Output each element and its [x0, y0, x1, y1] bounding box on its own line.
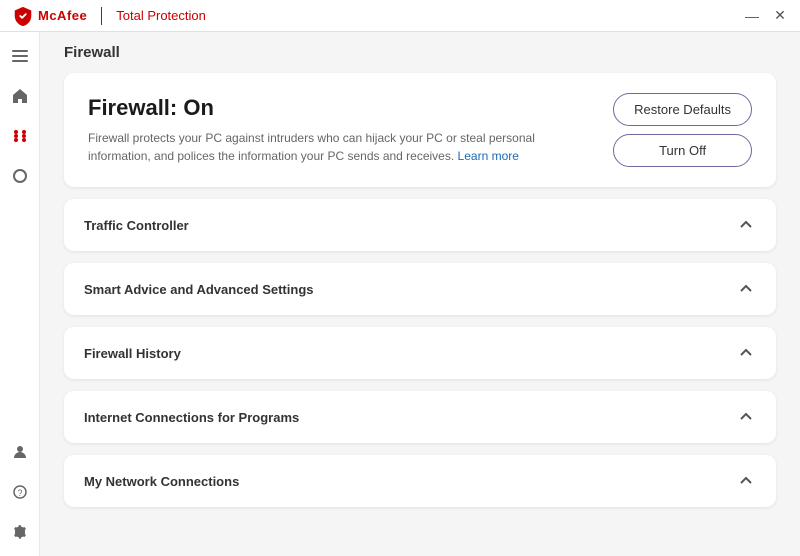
restore-defaults-button[interactable]: Restore Defaults — [613, 93, 752, 126]
chevron-up-icon-network-connections — [736, 471, 756, 491]
mcafee-text: McAfee — [38, 8, 87, 23]
app-title: Total Protection — [116, 8, 206, 23]
accordion-title-smart-advice: Smart Advice and Advanced Settings — [84, 282, 314, 297]
accordion-header-internet-connections[interactable]: Internet Connections for Programs — [64, 391, 776, 443]
sidebar-item-hamburger[interactable] — [4, 40, 36, 72]
accordion-title-traffic-controller: Traffic Controller — [84, 218, 189, 233]
accordion-traffic-controller: Traffic Controller — [64, 199, 776, 251]
title-divider — [101, 7, 102, 25]
app-logo: McAfee Total Protection — [12, 5, 206, 27]
accordion-internet-connections: Internet Connections for Programs — [64, 391, 776, 443]
firewall-status-card: Firewall: On Firewall protects your PC a… — [64, 73, 776, 187]
accordion-title-network-connections: My Network Connections — [84, 474, 239, 489]
firewall-status-description: Firewall protects your PC against intrud… — [88, 129, 568, 165]
chevron-up-icon-firewall-history — [736, 343, 756, 363]
sidebar-item-home[interactable] — [4, 80, 36, 112]
firewall-status-title: Firewall: On — [88, 95, 589, 121]
mcafee-logo: McAfee — [12, 5, 87, 27]
accordion-title-internet-connections: Internet Connections for Programs — [84, 410, 299, 425]
chevron-up-icon-internet-connections — [736, 407, 756, 427]
sidebar-item-help[interactable]: ? — [4, 476, 36, 508]
accordion-title-firewall-history: Firewall History — [84, 346, 181, 361]
mcafee-logo-icon — [12, 5, 34, 27]
content-area: Firewall: On Firewall protects your PC a… — [40, 73, 800, 523]
chevron-up-icon-smart-advice — [736, 279, 756, 299]
accordion-firewall-history: Firewall History — [64, 327, 776, 379]
close-button[interactable]: ✕ — [772, 8, 788, 24]
page-header: Firewall — [40, 32, 800, 73]
svg-text:?: ? — [17, 488, 22, 498]
sidebar-bottom: ? — [4, 436, 36, 548]
app-body: ? Firewall Firewall: On Firewall protect… — [0, 32, 800, 556]
sidebar-item-user[interactable] — [4, 436, 36, 468]
sidebar: ? — [0, 32, 40, 556]
window-controls: — ✕ — [744, 8, 788, 24]
accordion-header-traffic-controller[interactable]: Traffic Controller — [64, 199, 776, 251]
status-card-left: Firewall: On Firewall protects your PC a… — [88, 95, 589, 165]
accordion-smart-advice: Smart Advice and Advanced Settings — [64, 263, 776, 315]
sidebar-item-circle[interactable] — [4, 160, 36, 192]
status-card-right: Restore Defaults Turn Off — [613, 93, 752, 167]
turn-off-button[interactable]: Turn Off — [613, 134, 752, 167]
minimize-button[interactable]: — — [744, 8, 760, 24]
title-bar: McAfee Total Protection — ✕ — [0, 0, 800, 32]
accordion-network-connections: My Network Connections — [64, 455, 776, 507]
sidebar-item-settings[interactable] — [4, 516, 36, 548]
accordion-header-network-connections[interactable]: My Network Connections — [64, 455, 776, 507]
chevron-up-icon-traffic — [736, 215, 756, 235]
learn-more-link[interactable]: Learn more — [458, 149, 519, 163]
main-content: Firewall Firewall: On Firewall protects … — [40, 32, 800, 556]
sidebar-item-grid[interactable] — [4, 120, 36, 152]
accordion-header-firewall-history[interactable]: Firewall History — [64, 327, 776, 379]
accordion-header-smart-advice[interactable]: Smart Advice and Advanced Settings — [64, 263, 776, 315]
